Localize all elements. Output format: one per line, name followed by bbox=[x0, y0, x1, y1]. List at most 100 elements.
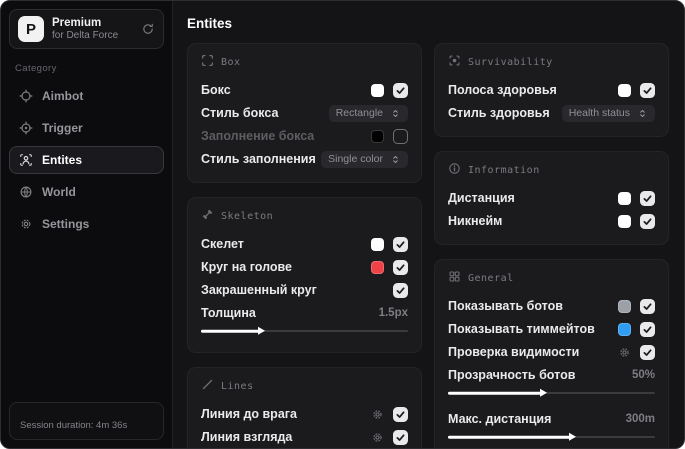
fill-style-select[interactable]: Single color bbox=[321, 150, 408, 168]
sidebar-item-label: Entites bbox=[42, 153, 83, 167]
box-style-select[interactable]: Rectangle bbox=[328, 104, 408, 122]
lines-card-header: Lines bbox=[201, 378, 408, 394]
card-header-label: General bbox=[468, 272, 514, 284]
right-column: Survivability Полоса здоровья Стиль здор… bbox=[434, 43, 669, 448]
checkmark-icon bbox=[396, 286, 405, 294]
color-swatch[interactable] bbox=[371, 129, 384, 143]
setting-label: Круг на голове bbox=[201, 260, 292, 274]
color-swatch[interactable] bbox=[371, 83, 384, 97]
checkbox-checked[interactable] bbox=[393, 429, 408, 445]
bone-icon bbox=[201, 208, 214, 224]
brand-title: Premium bbox=[52, 16, 102, 29]
sidebar-nav: Aimbot Trigger Entites World Settings bbox=[9, 82, 164, 238]
survivability-card-header: Survivability bbox=[448, 54, 655, 70]
color-swatch[interactable] bbox=[618, 83, 631, 97]
info-icon bbox=[448, 162, 461, 178]
line-settings-gear-icon[interactable] bbox=[371, 431, 384, 444]
slider-fill bbox=[448, 433, 577, 441]
lines-card: Lines Линия до врага Линия взгляда bbox=[187, 367, 422, 448]
color-swatch[interactable] bbox=[371, 260, 384, 274]
thickness-slider[interactable] bbox=[201, 326, 408, 336]
color-swatch[interactable] bbox=[618, 299, 631, 313]
setting-row-max-distance: Макс. дистанция 300m bbox=[448, 408, 655, 430]
color-swatch[interactable] bbox=[371, 237, 384, 251]
setting-label: Стиль заполнения bbox=[201, 152, 316, 166]
setting-label: Стиль здоровья bbox=[448, 106, 550, 120]
checkmark-icon bbox=[643, 302, 652, 310]
checkbox-checked[interactable] bbox=[640, 82, 655, 98]
sidebar-item-entites[interactable]: Entites bbox=[9, 146, 164, 174]
brand-subtitle: for Delta Force bbox=[52, 29, 119, 41]
general-card-header: General bbox=[448, 270, 655, 286]
checkbox-checked[interactable] bbox=[393, 236, 408, 252]
checkmark-icon bbox=[643, 348, 652, 356]
line-settings-gear-icon[interactable] bbox=[371, 408, 384, 421]
visibility-settings-gear-icon[interactable] bbox=[618, 346, 631, 359]
unfold-icon bbox=[390, 108, 401, 119]
checkbox-checked[interactable] bbox=[393, 259, 408, 275]
unfold-icon bbox=[637, 108, 648, 119]
checkmark-icon bbox=[396, 240, 405, 248]
setting-label: Бокс bbox=[201, 83, 231, 97]
skeleton-card-header: Skeleton bbox=[201, 208, 408, 224]
slider-thumb[interactable] bbox=[540, 389, 548, 397]
sidebar-item-aimbot[interactable]: Aimbot bbox=[9, 82, 164, 110]
left-column: Box Бокс Стиль бокса Rectangle Заполнени… bbox=[187, 43, 422, 448]
sidebar-item-settings[interactable]: Settings bbox=[9, 210, 164, 238]
unfold-icon bbox=[390, 154, 401, 165]
setting-value: 300m bbox=[625, 413, 655, 425]
card-header-label: Box bbox=[221, 56, 241, 68]
checkmark-icon bbox=[396, 410, 405, 418]
checkbox-checked[interactable] bbox=[393, 82, 408, 98]
checkbox-checked[interactable] bbox=[393, 282, 408, 298]
max-distance-slider[interactable] bbox=[448, 432, 655, 442]
setting-value: 1.5px bbox=[378, 307, 408, 319]
sidebar-item-world[interactable]: World bbox=[9, 178, 164, 206]
setting-row-enemy-line: Линия до врага bbox=[201, 403, 408, 425]
setting-label: Полоса здоровья bbox=[448, 83, 557, 97]
setting-row-thickness: Толщина 1.5px bbox=[201, 302, 408, 324]
globe-icon bbox=[19, 185, 33, 199]
checkbox-checked[interactable] bbox=[640, 190, 655, 206]
setting-label: Проверка видимости bbox=[448, 345, 580, 359]
grid-icon bbox=[448, 270, 461, 286]
setting-label: Прозрачность ботов bbox=[448, 368, 576, 382]
setting-row-filled-circle: Закрашенный круг bbox=[201, 279, 408, 301]
card-header-label: Lines bbox=[221, 380, 254, 392]
checkbox-unchecked[interactable] bbox=[393, 128, 408, 144]
slider-thumb[interactable] bbox=[257, 327, 265, 335]
select-value: Health status bbox=[568, 107, 630, 119]
sidebar-item-trigger[interactable]: Trigger bbox=[9, 114, 164, 142]
color-swatch[interactable] bbox=[618, 322, 631, 336]
health-style-select[interactable]: Health status bbox=[561, 104, 655, 122]
setting-row-view-line: Линия взгляда bbox=[201, 426, 408, 448]
setting-label: Никнейм bbox=[448, 214, 503, 228]
checkmark-icon bbox=[643, 325, 652, 333]
checkmark-icon bbox=[396, 263, 405, 271]
checkbox-checked[interactable] bbox=[640, 321, 655, 337]
setting-row-fill-style: Стиль заполнения Single color bbox=[201, 148, 408, 170]
line-icon bbox=[201, 378, 214, 394]
color-swatch[interactable] bbox=[618, 191, 631, 205]
app-window: P Premium for Delta Force Category Aimbo… bbox=[0, 0, 685, 449]
checkbox-checked[interactable] bbox=[640, 344, 655, 360]
skeleton-card: Skeleton Скелет Круг на голове Закрашенн… bbox=[187, 197, 422, 353]
refresh-icon[interactable] bbox=[141, 22, 155, 36]
sidebar: P Premium for Delta Force Category Aimbo… bbox=[1, 1, 173, 448]
checkbox-checked[interactable] bbox=[640, 298, 655, 314]
checkbox-checked[interactable] bbox=[640, 213, 655, 229]
setting-label: Стиль бокса bbox=[201, 106, 279, 120]
checkbox-checked[interactable] bbox=[393, 406, 408, 422]
setting-row-bot-opacity: Прозрачность ботов 50% bbox=[448, 364, 655, 386]
person-scan-icon bbox=[19, 153, 33, 167]
bot-opacity-slider[interactable] bbox=[448, 388, 655, 398]
checkmark-icon bbox=[396, 433, 405, 441]
setting-label: Линия взгляда bbox=[201, 430, 293, 444]
color-swatch[interactable] bbox=[618, 214, 631, 228]
slider-thumb[interactable] bbox=[569, 433, 577, 441]
card-header-label: Skeleton bbox=[221, 210, 274, 222]
setting-row-head-circle: Круг на голове bbox=[201, 256, 408, 278]
setting-row-box: Бокс bbox=[201, 79, 408, 101]
setting-row-health-bar: Полоса здоровья bbox=[448, 79, 655, 101]
page-title: Entites bbox=[187, 16, 233, 31]
